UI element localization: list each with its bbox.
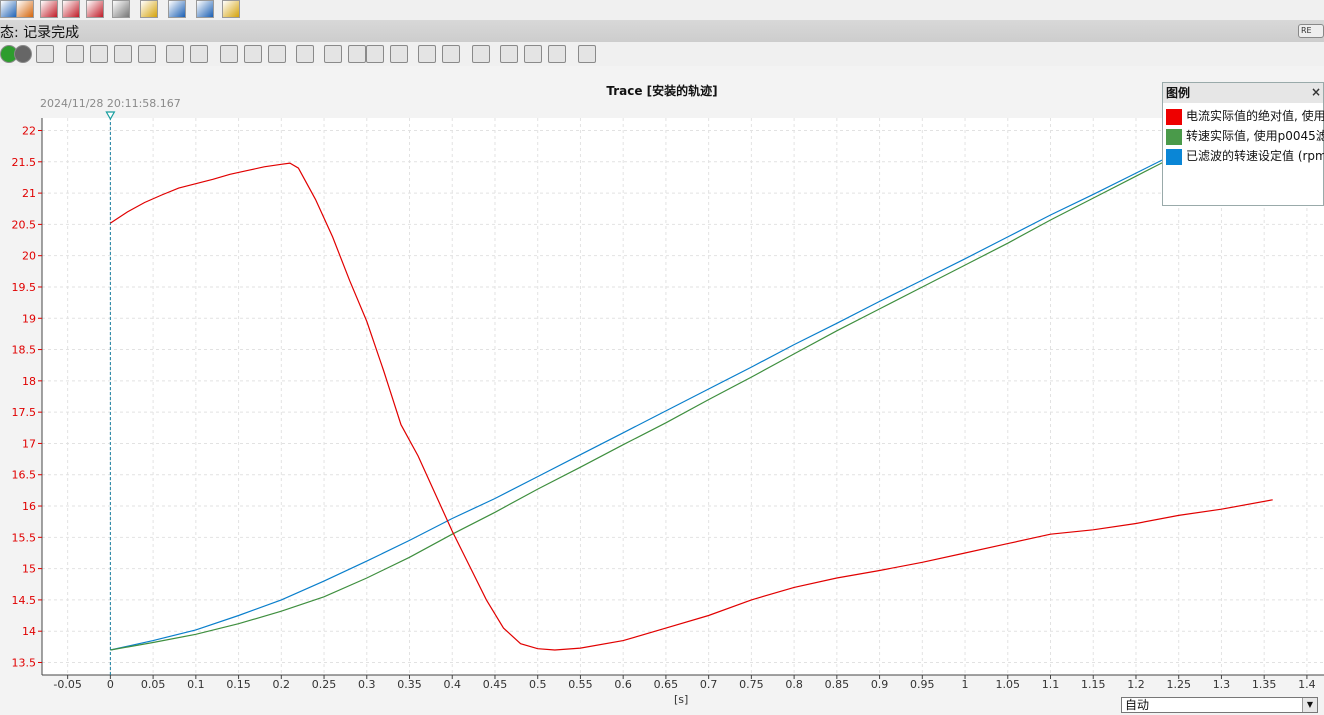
legend-swatch [1166,128,1182,145]
legend-swatch [1166,108,1182,125]
x-tick-label: 0.15 [226,678,251,691]
x-tick-label: 0.6 [614,678,632,691]
x-tick-label: 0.35 [397,678,422,691]
x-tick-label: 0.65 [654,678,679,691]
y-tick-label: 17 [22,437,36,450]
plot-background [42,118,1324,675]
y-tick-label: 19.5 [12,281,37,294]
y-tick-label: 21.5 [12,156,37,169]
x-tick-label: -0.05 [53,678,81,691]
legend-label: 转速实际值, 使用p0045滤 [1186,129,1324,143]
scale-dropdown-value: 自动 [1125,698,1150,712]
x-tick-label: 1.3 [1213,678,1231,691]
y-tick-label: 20 [22,250,36,263]
x-tick-label: 1.35 [1252,678,1277,691]
y-tick-label: 18 [22,375,36,388]
y-tick-label: 13.5 [12,656,37,669]
y-tick-label: 18.5 [12,344,37,357]
y-tick-label: 20.5 [12,218,37,231]
legend-label: 电流实际值的绝对值, 使用 [1186,109,1324,123]
x-tick-label: 0.8 [785,678,803,691]
x-tick-label: 0 [107,678,114,691]
x-tick-label: 1.4 [1298,678,1316,691]
x-tick-label: 0.3 [358,678,376,691]
y-tick-label: 14.5 [12,594,37,607]
chevron-down-icon[interactable]: ▼ [1302,698,1317,712]
legend-item-current[interactable]: 电流实际值的绝对值, 使用 [1166,107,1324,125]
x-tick-label: 1.1 [1042,678,1060,691]
trigger-marker-icon [105,111,116,121]
legend-title: 图例 [1163,83,1323,103]
x-axis-unit: [s] [674,693,689,706]
y-tick-label: 19 [22,312,36,325]
y-tick-label: 21 [22,187,36,200]
y-tick-label: 15.5 [12,531,37,544]
x-tick-label: 0.85 [825,678,850,691]
x-tick-label: 1.15 [1081,678,1106,691]
legend-swatch [1166,148,1182,165]
x-tick-label: 0.05 [141,678,166,691]
x-tick-label: 0.2 [273,678,291,691]
y-tick-label: 16 [22,500,36,513]
x-tick-label: 1.2 [1127,678,1145,691]
y-tick-label: 15 [22,563,36,576]
x-tick-label: 1.25 [1166,678,1191,691]
x-tick-label: 0.7 [700,678,718,691]
x-tick-label: 0.5 [529,678,547,691]
x-tick-label: 0.9 [871,678,889,691]
x-tick-label: 0.4 [443,678,461,691]
y-tick-label: 17.5 [12,406,37,419]
x-tick-label: 0.45 [483,678,508,691]
x-tick-label: 0.1 [187,678,205,691]
x-tick-label: 0.55 [568,678,593,691]
x-tick-label: 0.95 [910,678,935,691]
y-tick-label: 22 [22,125,36,138]
x-tick-label: 0.75 [739,678,764,691]
legend-item-speed-setpoint[interactable]: 已滤波的转速设定值 (rpm [1166,147,1324,165]
x-tick-label: 1 [962,678,969,691]
legend-panel[interactable]: 图例 × 电流实际值的绝对值, 使用 转速实际值, 使用p0045滤 已滤波的转… [1162,82,1324,206]
legend-item-speed-actual[interactable]: 转速实际值, 使用p0045滤 [1166,127,1324,145]
scale-dropdown[interactable]: 自动 ▼ [1121,697,1318,713]
y-tick-label: 14 [22,625,36,638]
x-tick-label: 0.25 [312,678,337,691]
trace-plot[interactable]: 13.5 14 14.5 15 15.5 16 16.5 17 17.5 18 18.5 19 19.5… [0,0,1324,715]
x-tick-label: 1.05 [996,678,1021,691]
y-tick-label: 16.5 [12,469,37,482]
legend-label: 已滤波的转速设定值 (rpm [1186,149,1324,163]
legend-close-icon[interactable]: × [1311,85,1321,99]
